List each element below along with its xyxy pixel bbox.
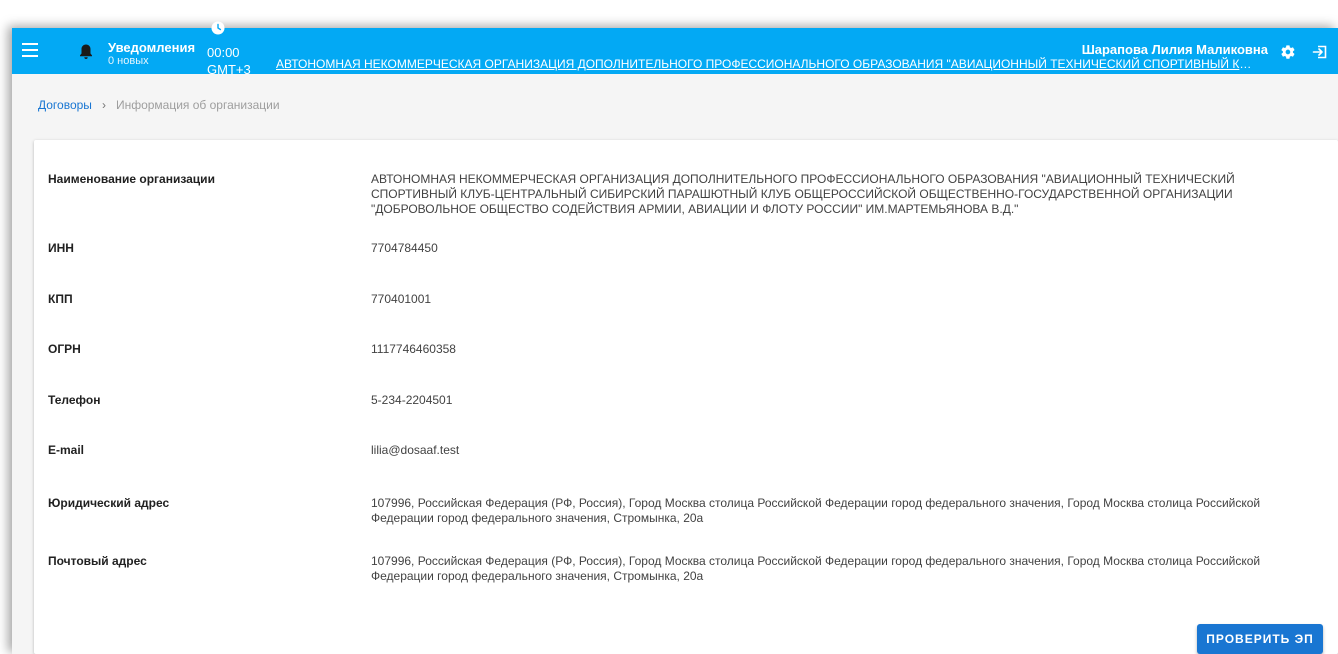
info-value: lilia@dosaaf.test (371, 443, 460, 457)
clock-time: 00:00 (207, 45, 240, 60)
info-value: 5-234-2204501 (371, 393, 453, 407)
breadcrumb-current: Информация об организации (115, 98, 280, 112)
breadcrumb-contracts-link[interactable]: Договоры (38, 98, 92, 112)
notifications-count: 0 новых (108, 55, 149, 67)
info-value: 770401001 (371, 292, 432, 306)
notifications-title: Уведомления (108, 40, 196, 55)
info-label: Почтовый адрес (48, 554, 147, 568)
gear-icon[interactable] (1280, 44, 1296, 60)
info-label: ИНН (48, 241, 74, 255)
clock-icon (211, 21, 225, 35)
info-label: ОГРН (48, 342, 81, 356)
app-window: Уведомления 0 новых 00:00 GMT+3 АВТОНОМН… (12, 21, 1338, 654)
info-label: Телефон (48, 393, 101, 407)
info-label: E-mail (48, 443, 85, 457)
info-label: Юридический адрес (48, 496, 170, 510)
menu-icon[interactable] (22, 43, 38, 57)
top-bar: Уведомления 0 новых 00:00 GMT+3 АВТОНОМН… (12, 21, 1338, 77)
info-label: Наименование организации (48, 172, 215, 186)
clock-timezone: GMT+3 (207, 62, 251, 77)
info-value: 1117746460358 (371, 342, 456, 356)
user-name[interactable]: Шарапова Лилия Маликовна (1082, 43, 1268, 57)
info-value: 107996, Российская Федерация (РФ, Россия… (371, 496, 1261, 525)
organization-info-card: Наименование организации АВТОНОМНАЯ НЕКО… (34, 140, 1338, 654)
organization-link[interactable]: АВТОНОМНАЯ НЕКОММЕРЧЕСКАЯ ОРГАНИЗАЦИЯ ДО… (276, 57, 1256, 71)
bell-icon[interactable] (78, 43, 94, 61)
info-value: 107996, Российская Федерация (РФ, Россия… (371, 554, 1261, 583)
breadcrumb: Договоры › Информация об организации (38, 98, 280, 112)
info-label: КПП (48, 292, 73, 306)
check-signature-button[interactable]: ПРОВЕРИТЬ ЭП (1197, 624, 1323, 654)
logout-icon[interactable] (1312, 44, 1328, 60)
notifications-button[interactable]: Уведомления 0 новых (108, 41, 195, 68)
info-value: 7704784450 (371, 241, 438, 255)
breadcrumb-separator: › (101, 98, 106, 112)
info-value: АВТОНОМНАЯ НЕКОММЕРЧЕСКАЯ ОРГАНИЗАЦИЯ ДО… (371, 172, 1235, 216)
